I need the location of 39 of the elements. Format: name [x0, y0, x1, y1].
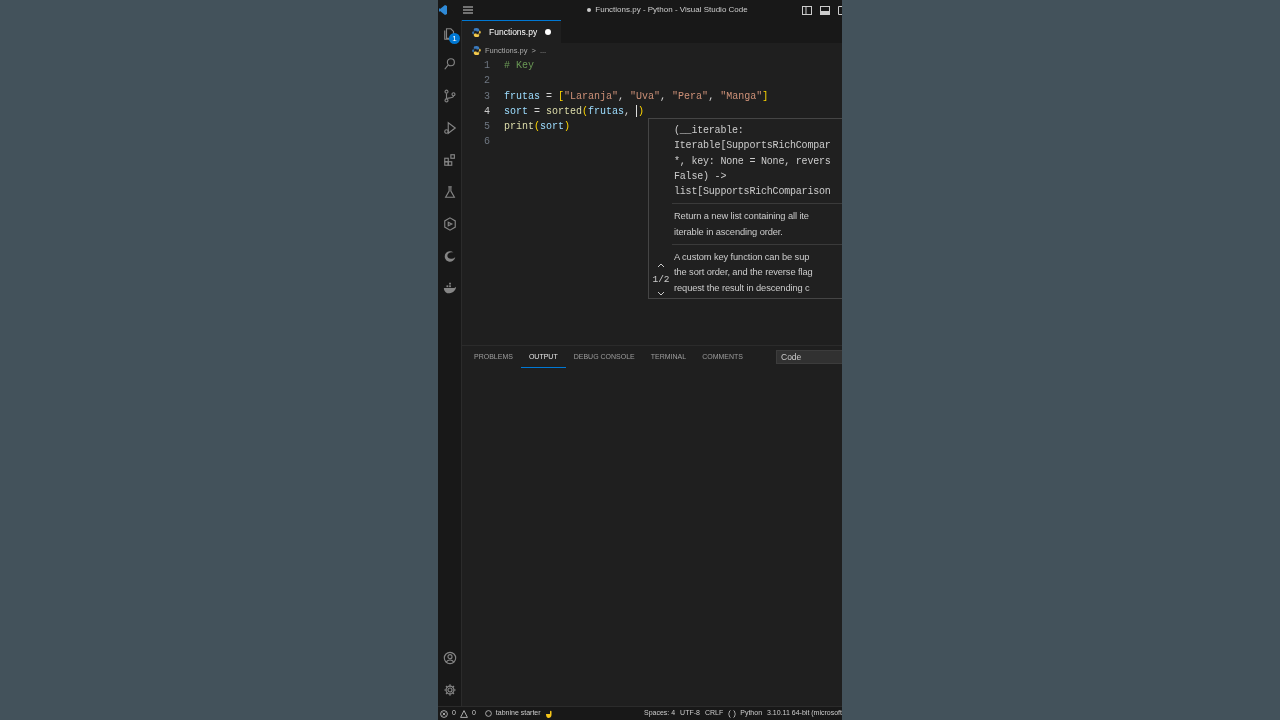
braces-icon — [728, 709, 737, 718]
chevron-up-icon[interactable] — [657, 263, 665, 268]
chevron-down-icon[interactable] — [657, 291, 665, 297]
line-number: 1 — [483, 59, 491, 73]
python-file-icon — [472, 27, 481, 37]
code-line: frutas = ["Laranja", "Uva", "Pera", "Manga"] — [504, 89, 769, 104]
python-file-icon — [472, 46, 481, 55]
extensions-icon[interactable] — [442, 153, 457, 167]
line-number: 5 — [483, 120, 491, 135]
window-title: Functions.py - Python - Visual Studio Code — [595, 4, 748, 16]
circle-icon — [484, 710, 492, 717]
code-line: # Key — [504, 59, 534, 73]
line-number: 2 — [483, 74, 491, 89]
whale-icon[interactable] — [442, 281, 457, 295]
documentation-text: A custom key function can be sup the sort order, and the reverse flag request the result in descending c — [674, 251, 814, 295]
error-icon — [440, 709, 448, 718]
run-debug-icon[interactable] — [442, 121, 457, 135]
signature-counter: 1/2 — [651, 273, 671, 288]
hexagon-icon[interactable] — [442, 217, 457, 231]
badge-count: 1 — [449, 33, 460, 44]
menu-icon[interactable] — [463, 6, 473, 14]
line-number: 3 — [483, 89, 491, 104]
source-control-icon[interactable] — [442, 89, 457, 103]
account-icon[interactable] — [442, 651, 457, 665]
hand-icon — [544, 709, 553, 718]
settings-icon[interactable] — [442, 683, 457, 697]
code-line: print(sort) — [504, 120, 571, 135]
line-number: 6 — [483, 135, 491, 150]
code-line: sort = sorted(frutas, ) — [504, 104, 645, 120]
signature-text: (__iterable: Iterable[SupportsRichCompar *, key: None = None, revers False) -> list[SupportsRichComparison — [674, 124, 832, 200]
documentation-text: Return a new list containing all ite iterable in ascending order. — [674, 210, 810, 239]
layout-icon[interactable] — [802, 5, 842, 15]
vscode-logo-icon — [439, 5, 447, 15]
output-channel-dropdown[interactable]: Code — [776, 350, 842, 364]
search-icon[interactable] — [442, 57, 457, 71]
flask-icon[interactable] — [442, 185, 457, 199]
warning-icon — [459, 709, 468, 718]
editor-tab[interactable]: Functions.py — [462, 20, 562, 43]
line-number: 4 — [483, 104, 491, 119]
